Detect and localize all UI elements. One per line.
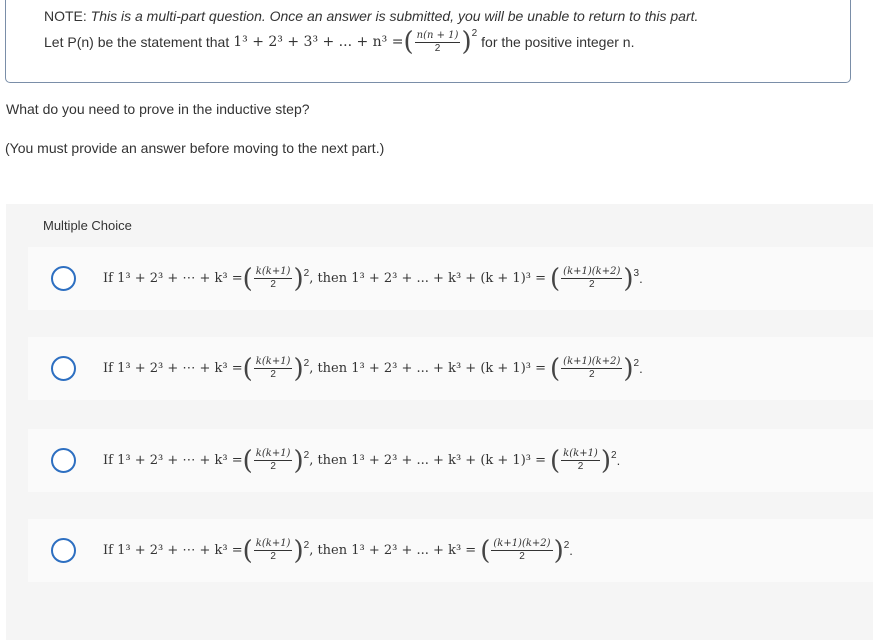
note-line: NOTE: This is a multi-part question. Onc… <box>44 8 698 24</box>
option-text[interactable]: If 1³ + 2³ + ⋯ + k³ =(k(k+1) 2) 2, then 1³… <box>103 266 643 292</box>
fraction-denominator: 2 <box>434 42 441 54</box>
hypothesis-denominator: 2 <box>270 551 276 562</box>
option-period: . <box>639 361 643 376</box>
statement-line: Let P(n) be the statement that 1³ + 2³ +… <box>44 26 634 58</box>
option-then-part: , then 1³ + 2³ + ... + k³ = <box>309 543 477 558</box>
left-paren: ( <box>480 535 491 566</box>
result-numerator: k(k+1) <box>561 448 600 461</box>
option-text[interactable]: If 1³ + 2³ + ⋯ + k³ =(k(k+1) 2) 2, then 1³… <box>103 538 573 564</box>
radio-button[interactable] <box>51 266 76 291</box>
option-period: . <box>616 453 621 468</box>
right-paren: ) <box>293 353 304 384</box>
note-text: This is a multi-part question. Once an a… <box>90 8 699 24</box>
multiple-choice-panel: Multiple Choice If 1³ + 2³ + ⋯ + k³ =(k(… <box>6 204 873 640</box>
right-paren: ) <box>600 445 611 476</box>
option-if-part: If 1³ + 2³ + ⋯ + k³ = <box>103 271 243 286</box>
result-denominator: 2 <box>519 551 525 562</box>
hypothesis-fraction: k(k+1) 2 <box>253 538 293 563</box>
hypothesis-denominator: 2 <box>270 369 276 380</box>
answer-option[interactable]: If 1³ + 2³ + ⋯ + k³ =(k(k+1) 2) 2, then 1³… <box>28 519 873 582</box>
hypothesis-denominator: 2 <box>270 279 276 290</box>
radio-button[interactable] <box>51 448 76 473</box>
option-period: . <box>569 543 573 558</box>
left-paren: ( <box>242 263 253 294</box>
option-then-part: , then 1³ + 2³ + ... + k³ + (k + 1)³ = <box>309 361 547 376</box>
note-box: NOTE: This is a multi-part question. Onc… <box>5 0 851 83</box>
left-paren: ( <box>242 353 253 384</box>
option-if-part: If 1³ + 2³ + ⋯ + k³ = <box>103 361 243 376</box>
hypothesis-numerator: k(k+1) <box>253 356 293 369</box>
left-paren: ( <box>550 445 561 476</box>
option-text[interactable]: If 1³ + 2³ + ⋯ + k³ =(k(k+1) 2) 2, then 1³… <box>103 448 620 474</box>
right-paren: ) <box>553 535 564 566</box>
right-paren: ) <box>461 27 472 57</box>
multiple-choice-header: Multiple Choice <box>43 218 132 233</box>
hypothesis-numerator: k(k+1) <box>253 448 293 461</box>
hypothesis-numerator: k(k+1) <box>253 538 293 551</box>
result-fraction: (k+1)(k+2) 2 <box>491 538 553 563</box>
answer-option[interactable]: If 1³ + 2³ + ⋯ + k³ =(k(k+1) 2) 2, then 1³… <box>28 429 873 492</box>
statement-lhs: 1³ + 2³ + 3³ + ... + n³ = <box>233 34 404 50</box>
instruction-text: (You must provide an answer before movin… <box>5 140 385 156</box>
answer-option[interactable]: If 1³ + 2³ + ⋯ + k³ =(k(k+1) 2) 2, then 1³… <box>28 337 873 400</box>
hypothesis-fraction: k(k+1) 2 <box>253 356 293 381</box>
hypothesis-fraction: k(k+1) 2 <box>253 266 293 291</box>
option-if-part: If 1³ + 2³ + ⋯ + k³ = <box>103 543 243 558</box>
result-fraction: k(k+1) 2 <box>561 448 600 473</box>
left-paren: ( <box>550 263 561 294</box>
statement-prefix: Let P(n) be the statement that <box>44 34 230 50</box>
option-if-part: If 1³ + 2³ + ⋯ + k³ = <box>103 453 243 468</box>
hypothesis-numerator: k(k+1) <box>253 266 293 279</box>
radio-button[interactable] <box>51 356 76 381</box>
left-paren: ( <box>242 535 253 566</box>
right-paren: ) <box>623 353 634 384</box>
right-paren: ) <box>293 445 304 476</box>
left-paren: ( <box>242 445 253 476</box>
result-numerator: (k+1)(k+2) <box>491 538 553 551</box>
question-text: What do you need to prove in the inducti… <box>6 101 310 117</box>
result-fraction: (k+1)(k+2) 2 <box>561 356 623 381</box>
right-paren: ) <box>623 263 634 294</box>
hypothesis-fraction: k(k+1) 2 <box>253 448 293 473</box>
result-denominator: 2 <box>577 461 584 472</box>
option-text[interactable]: If 1³ + 2³ + ⋯ + k³ =(k(k+1) 2) 2, then 1³… <box>103 356 643 382</box>
result-numerator: (k+1)(k+2) <box>561 356 623 369</box>
result-numerator: (k+1)(k+2) <box>561 266 623 279</box>
option-then-part: , then 1³ + 2³ + ... + k³ + (k + 1)³ = <box>309 453 547 468</box>
result-fraction: (k+1)(k+2) 2 <box>561 266 623 291</box>
answer-option[interactable]: If 1³ + 2³ + ⋯ + k³ =(k(k+1) 2) 2, then 1³… <box>28 247 873 310</box>
right-paren: ) <box>293 263 304 294</box>
left-paren: ( <box>550 353 561 384</box>
result-denominator: 2 <box>589 279 595 290</box>
radio-button[interactable] <box>51 538 76 563</box>
hypothesis-denominator: 2 <box>270 461 276 472</box>
result-denominator: 2 <box>589 369 595 380</box>
option-then-part: , then 1³ + 2³ + ... + k³ + (k + 1)³ = <box>309 271 547 286</box>
fraction-numerator: n(n + 1) <box>414 29 461 43</box>
note-label: NOTE: <box>44 8 87 24</box>
right-paren: ) <box>293 535 304 566</box>
statement-suffix: for the positive integer n. <box>481 34 635 50</box>
statement-power: 2 <box>471 28 478 39</box>
left-paren: ( <box>403 27 414 57</box>
statement-fraction: n(n + 1) 2 <box>414 29 461 55</box>
option-period: . <box>639 271 643 286</box>
